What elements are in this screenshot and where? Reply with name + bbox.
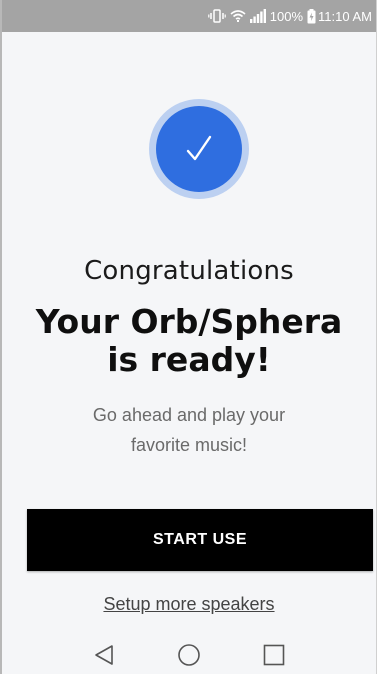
clock: 11:10 AM [318,8,372,24]
signal-icon [249,9,266,23]
success-badge [149,99,249,199]
headline-line-1: Your Orb/Sphera [35,302,343,341]
congrats-heading: Congratulations [84,256,294,286]
home-icon[interactable] [169,638,209,672]
status-bar: 100% 11:10 AM [2,0,376,32]
app-screen: 100% 11:10 AM Congratulations Your Orb/S… [0,0,377,674]
setup-more-speakers-link[interactable]: Setup more speakers [2,594,376,615]
subtitle-line-1: Go ahead and play your [92,405,286,425]
battery-charging-icon [307,8,316,24]
navigation-bar [2,636,376,674]
subtitle: Go ahead and play your favorite music! [2,400,376,460]
subtitle-line-2: favorite music! [130,435,248,455]
battery-percent: 100% [269,8,304,24]
start-use-button[interactable]: START USE [27,509,373,571]
success-badge-inner [156,106,242,192]
headline: Your Orb/Sphera is ready! [2,303,376,379]
vibrate-icon [207,9,226,23]
wifi-icon [230,9,246,23]
recents-icon[interactable] [254,638,294,672]
back-icon[interactable] [84,638,124,672]
headline-line-2: is ready! [107,340,271,379]
checkmark-icon [186,135,212,161]
